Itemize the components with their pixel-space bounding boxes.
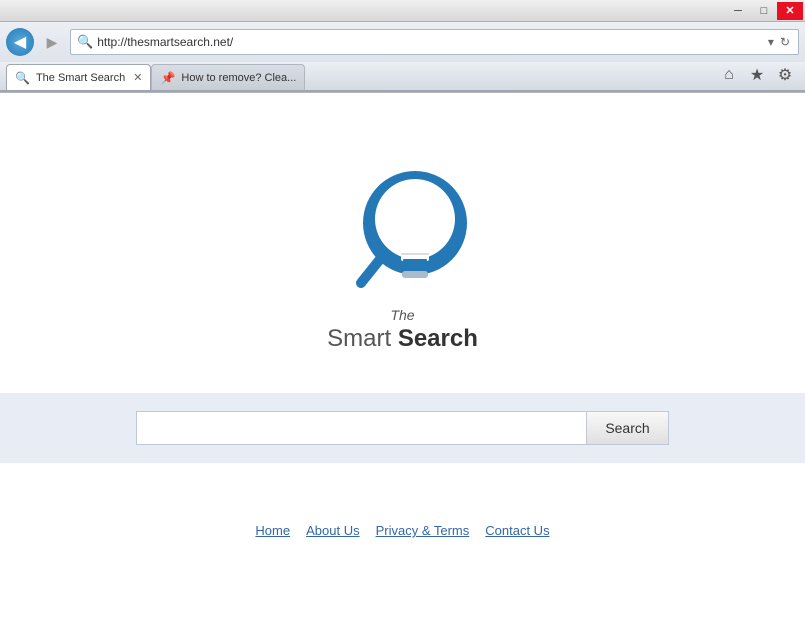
logo-line2: Smart Search [327,325,478,353]
page-content: The Smart Search Search Home About Us Pr… [0,93,805,631]
address-actions: ▾ ↻ [766,34,792,50]
tabs-row: 🔍 The Smart Search ✕ 📌 How to remove? Cl… [0,62,805,92]
tab-favicon-1: 📌 [160,71,175,85]
footer-link-contact[interactable]: Contact Us [485,523,549,538]
browser-chrome: ◀ ▶ 🔍 ▾ ↻ 🔍 The Smart Search ✕ 📌 How to … [0,22,805,93]
logo-line1: The [327,307,478,325]
search-action-button[interactable]: ▾ [766,34,776,50]
title-bar: ─ □ ✕ [0,0,805,22]
home-button[interactable]: ⌂ [715,63,743,87]
address-search-icon: 🔍 [77,34,93,50]
minimize-button[interactable]: ─ [725,2,751,20]
close-button[interactable]: ✕ [777,2,803,20]
toolbar-right: ⌂ ★ ⚙ [715,60,805,90]
footer-link-home[interactable]: Home [255,523,290,538]
nav-bar: ◀ ▶ 🔍 ▾ ↻ [0,22,805,62]
tab-favicon-0: 🔍 [15,71,30,85]
address-input[interactable] [97,35,762,49]
search-box: Search [136,411,668,445]
tab-label-0: The Smart Search [36,72,125,84]
logo-text-smart: Smart [327,325,398,352]
logo-area: The Smart Search [327,143,478,353]
settings-button[interactable]: ⚙ [771,63,799,87]
logo-text-the: The [390,307,414,323]
back-button[interactable]: ◀ [6,28,34,56]
tab-howto[interactable]: 📌 How to remove? Clea... [151,64,305,90]
tab-close-0[interactable]: ✕ [133,71,142,84]
search-button[interactable]: Search [586,411,668,445]
footer-links: Home About Us Privacy & Terms Contact Us [255,523,549,538]
logo-svg [333,143,473,303]
tab-smart-search[interactable]: 🔍 The Smart Search ✕ [6,64,151,90]
search-input[interactable] [136,411,586,445]
logo-text: The Smart Search [327,307,478,353]
footer-link-privacy[interactable]: Privacy & Terms [376,523,470,538]
maximize-button[interactable]: □ [751,2,777,20]
logo-text-search: Search [398,325,478,352]
tab-label-1: How to remove? Clea... [181,72,296,84]
favorites-button[interactable]: ★ [743,63,771,87]
refresh-button[interactable]: ↻ [778,34,792,50]
footer-link-about[interactable]: About Us [306,523,359,538]
search-area: Search [0,393,805,463]
address-bar[interactable]: 🔍 ▾ ↻ [70,29,799,55]
forward-button[interactable]: ▶ [38,28,66,56]
